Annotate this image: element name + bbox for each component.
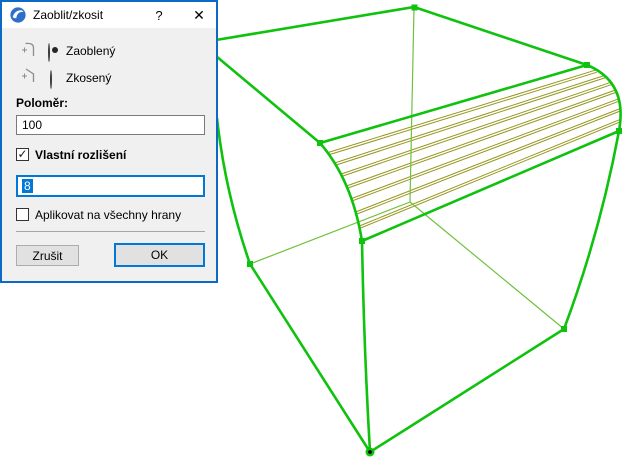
help-button[interactable]: ? [144, 2, 174, 28]
apply-all-checkbox[interactable] [16, 208, 29, 221]
dialog-titlebar[interactable]: Zaoblit/zkosit ? ✕ [2, 2, 216, 28]
cube-edges[interactable] [208, 5, 622, 454]
archicad-logo-icon [10, 7, 26, 23]
vertex-handle [247, 261, 253, 267]
separator [16, 231, 205, 232]
apply-all-label: Aplikovat na všechny hrany [35, 208, 182, 222]
cancel-button[interactable]: Zrušit [16, 245, 79, 266]
edge-right-vertical [562, 129, 621, 331]
vertex-handles[interactable] [247, 4, 622, 333]
radio-chamfer-label: Zkosený [66, 71, 112, 85]
radius-label: Poloměr: [16, 96, 69, 110]
edge-top-front-left [208, 49, 322, 145]
vertex-handle [561, 326, 567, 332]
vertex-handle [616, 128, 622, 134]
vertex-handle [584, 62, 590, 68]
radio-rounded[interactable] [48, 43, 50, 62]
close-button[interactable]: ✕ [182, 2, 216, 28]
selected-text: 8 [22, 179, 33, 193]
edge-top-back-left [208, 5, 416, 43]
hotspot-handle[interactable] [365, 447, 375, 457]
vertex-handle [359, 238, 365, 244]
fillet-bottom-edge [360, 129, 621, 243]
hidden-edge-back-vertical [409, 6, 415, 203]
hidden-edges [249, 6, 565, 330]
edge-bottom-front-right [368, 327, 566, 454]
resolution-input[interactable]: 8 [16, 175, 205, 197]
fillet-chamfer-dialog: Zaoblit/zkosit ? ✕ Zaoblený Zkosený Polo… [0, 0, 218, 283]
radius-input[interactable] [16, 115, 205, 135]
fillet-arc-left [318, 141, 364, 243]
edge-top-back-right [412, 5, 589, 67]
custom-resolution-label: Vlastní rozlišení [35, 148, 127, 162]
ok-button[interactable]: OK [114, 243, 205, 267]
radio-chamfer[interactable] [50, 70, 52, 89]
fillet-corner-icon [22, 42, 35, 56]
custom-resolution-checkbox[interactable]: ✓ [16, 148, 29, 161]
vertex-handle [317, 140, 323, 146]
dialog-title: Zaoblit/zkosit [33, 8, 104, 22]
hidden-edge-bottom-right [409, 201, 565, 330]
edge-bottom-front-left [248, 262, 372, 454]
edge-front-vertical [360, 239, 372, 454]
vertex-handle [411, 4, 418, 11]
chamfer-corner-icon [22, 68, 35, 82]
edge-left-silhouette [215, 116, 252, 266]
hidden-edge-bottom-left [249, 201, 411, 265]
radio-rounded-label: Zaoblený [66, 44, 116, 58]
